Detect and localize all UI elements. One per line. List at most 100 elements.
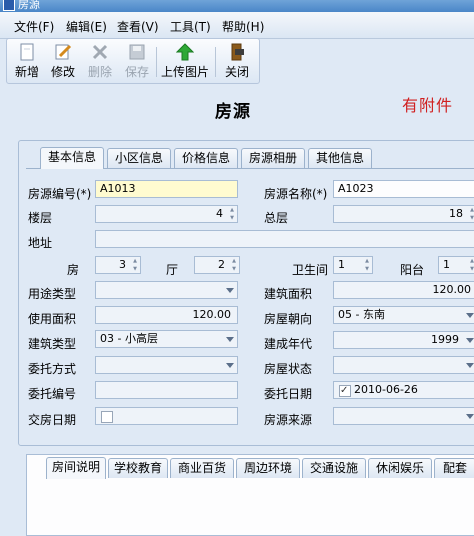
balcony-spinner[interactable]: 1 ▲ ▼	[438, 256, 474, 274]
room-label: 房	[67, 263, 80, 277]
tab-leisure[interactable]: 休闲娱乐	[368, 458, 432, 478]
name-input[interactable]: A1023	[333, 180, 474, 198]
handover-label: 交房日期	[28, 413, 77, 427]
address-label: 地址	[28, 236, 53, 250]
source-label: 房源来源	[264, 413, 313, 427]
entrust-way-select[interactable]	[95, 356, 238, 374]
build-year-value: 1999	[431, 333, 459, 346]
upload-arrow-icon	[175, 43, 195, 61]
spinner-arrows-icon[interactable]: ▲ ▼	[362, 257, 372, 273]
orientation-label: 房屋朝向	[264, 312, 313, 326]
build-type-select[interactable]: 03 - 小高层	[95, 330, 238, 348]
build-area-label: 建筑面积	[264, 287, 313, 301]
edit-button[interactable]: 修改	[47, 41, 79, 81]
menu-view[interactable]: 查看(V)	[117, 18, 159, 35]
floor-value: 4	[216, 207, 223, 220]
tab-school[interactable]: 学校教育	[108, 458, 168, 478]
exit-door-icon	[228, 43, 246, 61]
tab-surroundings[interactable]: 周边环境	[236, 458, 300, 478]
toolbar-separator	[215, 47, 216, 77]
entrust-way-label: 委托方式	[28, 362, 77, 376]
hall-value: 2	[218, 258, 225, 271]
room-spinner[interactable]: 3 ▲ ▼	[95, 256, 141, 274]
floor-spinner[interactable]: 4 ▲ ▼	[95, 205, 238, 223]
save-button[interactable]: 保存	[121, 41, 153, 81]
upload-label: 上传图片	[160, 65, 209, 79]
toolbar-separator	[156, 47, 157, 77]
code-label: 房源编号(*)	[28, 187, 92, 201]
new-label: 新增	[14, 65, 39, 79]
title-bar: 房源	[0, 0, 474, 12]
entrust-date-picker[interactable]: 2010-06-26	[333, 381, 474, 399]
upload-image-button[interactable]: 上传图片	[159, 41, 211, 81]
spinner-arrows-icon[interactable]: ▲ ▼	[227, 206, 237, 222]
tab-transport[interactable]: 交通设施	[302, 458, 366, 478]
entrust-date-checkbox[interactable]	[339, 383, 351, 398]
entrust-no-label: 委托编号	[28, 387, 77, 401]
tab-shopping[interactable]: 商业百货	[170, 458, 234, 478]
pencil-icon	[54, 43, 72, 61]
window-title: 房源	[18, 0, 40, 11]
build-area-input[interactable]: 120.00	[333, 281, 474, 299]
code-input[interactable]: A1013	[95, 180, 238, 198]
menu-edit[interactable]: 编辑(E)	[66, 18, 107, 35]
usage-label: 用途类型	[28, 287, 77, 301]
entrust-date-value: 2010-06-26	[354, 383, 418, 396]
orientation-select[interactable]: 05 - 东南	[333, 306, 474, 324]
bath-spinner[interactable]: 1 ▲ ▼	[333, 256, 373, 274]
close-button[interactable]: 关闭	[221, 41, 253, 81]
delete-label: 删除	[87, 65, 112, 79]
spinner-arrows-icon[interactable]: ▲ ▼	[229, 257, 239, 273]
entrust-date-label: 委托日期	[264, 387, 313, 401]
dropdown-arrow-icon	[226, 337, 234, 342]
address-input[interactable]	[95, 230, 474, 248]
delete-button[interactable]: 删除	[84, 41, 116, 81]
menu-help[interactable]: 帮助(H)	[222, 18, 264, 35]
total-floor-spinner[interactable]: 18 ▲ ▼	[333, 205, 474, 223]
build-type-label: 建筑类型	[28, 337, 77, 351]
build-year-label: 建成年代	[264, 337, 313, 351]
total-floor-label: 总层	[264, 211, 289, 225]
dropdown-arrow-icon	[226, 288, 234, 293]
tab-community-info[interactable]: 小区信息	[107, 148, 171, 168]
balcony-label: 阳台	[400, 263, 425, 277]
tab-photo-album[interactable]: 房源相册	[241, 148, 305, 168]
close-label: 关闭	[224, 65, 249, 79]
source-select[interactable]	[333, 407, 474, 425]
delete-x-icon	[91, 43, 109, 61]
use-area-label: 使用面积	[28, 312, 77, 326]
spinner-arrows-icon[interactable]: ▲ ▼	[130, 257, 140, 273]
balcony-value: 1	[443, 258, 450, 271]
house-status-label: 房屋状态	[264, 362, 313, 376]
dropdown-arrow-icon	[466, 313, 474, 318]
floor-label: 楼层	[28, 211, 53, 225]
dropdown-arrow-icon	[466, 363, 474, 368]
use-area-input[interactable]: 120.00	[95, 306, 238, 324]
handover-date-checkbox[interactable]	[101, 411, 113, 423]
new-document-icon	[18, 43, 36, 61]
handover-date-picker[interactable]	[95, 407, 238, 425]
tab-room-description[interactable]: 房间说明	[46, 457, 106, 479]
edit-label: 修改	[50, 65, 75, 79]
spinner-arrows-icon[interactable]: ▲ ▼	[467, 206, 474, 222]
orientation-value: 05 - 东南	[338, 308, 385, 321]
hall-spinner[interactable]: 2 ▲ ▼	[194, 256, 240, 274]
entrust-no-input[interactable]	[95, 381, 238, 399]
bath-value: 1	[338, 258, 345, 271]
new-button[interactable]: 新增	[11, 41, 43, 81]
build-type-value: 03 - 小高层	[100, 332, 158, 345]
tab-price-info[interactable]: 价格信息	[174, 148, 238, 168]
dropdown-arrow-icon	[226, 363, 234, 368]
tab-other-info[interactable]: 其他信息	[308, 148, 372, 168]
tab-basic-info[interactable]: 基本信息	[40, 147, 104, 169]
spinner-arrows-icon[interactable]: ▲ ▼	[467, 257, 474, 273]
usage-select[interactable]	[95, 281, 238, 299]
menu-tools[interactable]: 工具(T)	[170, 18, 211, 35]
build-year-select[interactable]: 1999	[333, 331, 474, 349]
menu-file[interactable]: 文件(F)	[14, 18, 54, 35]
name-label: 房源名称(*)	[264, 187, 328, 201]
dropdown-arrow-icon	[466, 338, 474, 343]
house-status-select[interactable]	[333, 356, 474, 374]
attachment-flag: 有附件	[402, 96, 454, 115]
tab-facilities[interactable]: 配套	[434, 458, 474, 478]
